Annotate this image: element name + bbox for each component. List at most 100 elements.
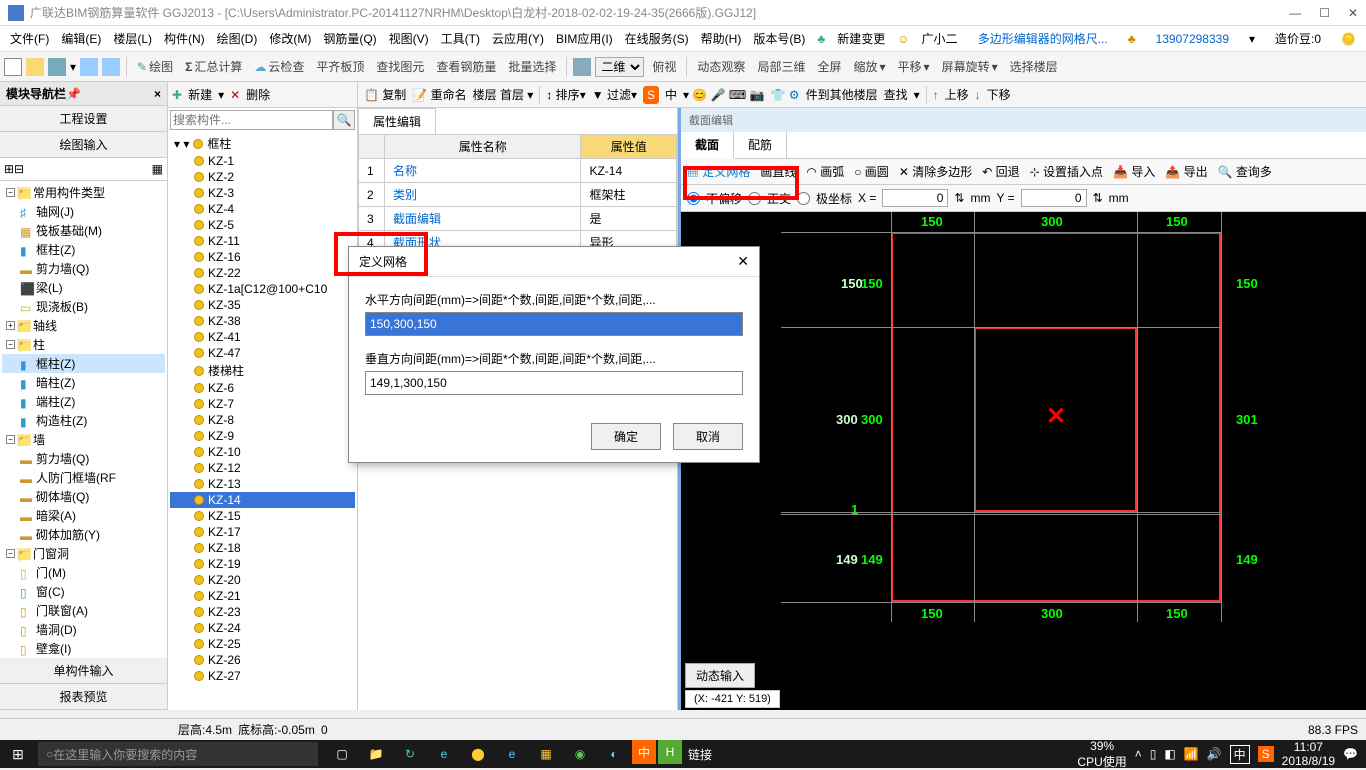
menu-draw[interactable]: 绘图(D)	[211, 27, 264, 50]
ie-icon[interactable]: e	[496, 740, 528, 768]
member-item[interactable]: KZ-11	[170, 233, 355, 249]
ok-button[interactable]: 确定	[591, 423, 661, 450]
cloud-button[interactable]: ☁云检查	[250, 56, 308, 77]
member-tree[interactable]: ▾ ▾框柱 KZ-1KZ-2KZ-3KZ-4KZ-5KZ-11KZ-16KZ-2…	[168, 132, 357, 710]
copy-btn[interactable]: 📋 复制	[364, 86, 406, 103]
tray-icon-1[interactable]: ▯	[1150, 747, 1157, 761]
member-item[interactable]: KZ-20	[170, 572, 355, 588]
tab-rebar[interactable]: 配筋	[734, 132, 787, 158]
member-item[interactable]: KZ-24	[170, 620, 355, 636]
canvas[interactable]: 150 300 150 150 300 150 150 150 300 300 …	[681, 212, 1366, 710]
sum-button[interactable]: Σ汇总计算	[181, 56, 246, 77]
radio-polar[interactable]	[797, 192, 810, 205]
app-icon-3[interactable]: ▦	[530, 740, 562, 768]
wifi-icon[interactable]: 📶	[1184, 747, 1199, 761]
member-item[interactable]: KZ-38	[170, 313, 355, 329]
menu-member[interactable]: 构件(N)	[158, 27, 211, 50]
undo-button[interactable]: ↶ 回退	[982, 163, 1019, 180]
clear-button[interactable]: ✕ 清除多边形	[899, 163, 972, 180]
phone[interactable]: 13907298339	[1150, 29, 1235, 49]
member-item[interactable]: KZ-1a[C12@100+C10	[170, 281, 355, 297]
sel-floor-button[interactable]: 选择楼层	[1006, 56, 1062, 77]
menu-bim[interactable]: BIM应用(I)	[550, 27, 619, 50]
dim-select[interactable]: 二维	[595, 57, 644, 77]
tree-config-icon[interactable]: ⊞⊟	[4, 162, 24, 176]
taskbar-search[interactable]: ○ 在这里输入你要搜索的内容	[38, 742, 318, 766]
menu-version[interactable]: 版本号(B)	[747, 27, 811, 50]
down-btn[interactable]: 下移	[987, 86, 1011, 103]
close-icon[interactable]: ✕	[1348, 6, 1358, 20]
member-item[interactable]: KZ-13	[170, 476, 355, 492]
pin-icon[interactable]: 📌	[66, 87, 81, 101]
search-icon[interactable]: 🔍	[333, 110, 355, 130]
app-icon-1[interactable]: ↻	[394, 740, 426, 768]
member-item[interactable]: KZ-35	[170, 297, 355, 313]
member-item[interactable]: KZ-22	[170, 265, 355, 281]
task-view-icon[interactable]: ▢	[326, 740, 358, 768]
explorer-icon[interactable]: 📁	[360, 740, 392, 768]
filter-btn[interactable]: ▼ 过滤▾	[592, 86, 637, 103]
sort-btn[interactable]: ↕ 排序▾	[546, 86, 585, 103]
find-btn[interactable]: 查找	[884, 86, 908, 103]
menu-help[interactable]: 帮助(H)	[695, 27, 748, 50]
member-item[interactable]: KZ-3	[170, 185, 355, 201]
member-item[interactable]: 楼梯柱	[170, 361, 355, 380]
radio-ortho[interactable]	[748, 192, 761, 205]
member-item[interactable]: KZ-6	[170, 380, 355, 396]
y-input[interactable]	[1021, 189, 1087, 207]
dialog-close-icon[interactable]: ✕	[737, 253, 749, 270]
section-single[interactable]: 单构件输入	[0, 658, 167, 684]
undo-icon[interactable]	[80, 58, 98, 76]
member-item[interactable]: KZ-9	[170, 428, 355, 444]
open-icon[interactable]	[26, 58, 44, 76]
define-grid-button[interactable]: ▦ 定义网格	[687, 163, 750, 180]
app-icon-5[interactable]: ◐	[598, 740, 630, 768]
member-item[interactable]: KZ-25	[170, 636, 355, 652]
user-name[interactable]: 广小二	[916, 27, 964, 50]
up-btn[interactable]: 上移	[945, 86, 969, 103]
member-item[interactable]: KZ-8	[170, 412, 355, 428]
tray-icon-2[interactable]: ◧	[1164, 747, 1175, 761]
member-item[interactable]: KZ-18	[170, 540, 355, 556]
section-report[interactable]: 报表预览	[0, 684, 167, 710]
member-item[interactable]: KZ-17	[170, 524, 355, 540]
member-item[interactable]: KZ-19	[170, 556, 355, 572]
link-text[interactable]: 链接	[684, 740, 716, 768]
app-icon-7[interactable]: H	[658, 740, 682, 764]
zoom-button[interactable]: 缩放▾	[849, 56, 889, 77]
ime-badge[interactable]: 中	[1230, 745, 1250, 764]
member-item[interactable]: KZ-16	[170, 249, 355, 265]
del-member[interactable]: 删除	[246, 86, 270, 103]
top-button[interactable]: 俯视	[648, 56, 680, 77]
member-item[interactable]: KZ-1	[170, 153, 355, 169]
section-project[interactable]: 工程设置	[0, 106, 167, 132]
cancel-button[interactable]: 取消	[673, 423, 743, 450]
menu-cloud[interactable]: 云应用(Y)	[486, 27, 550, 50]
query-button[interactable]: 🔍 查询多	[1218, 163, 1272, 180]
local3d-button[interactable]: 局部三维	[753, 56, 809, 77]
menu-file[interactable]: 文件(F)	[4, 27, 55, 50]
search-input[interactable]	[170, 110, 333, 130]
help-link[interactable]: 多边形编辑器的网格尺...	[972, 27, 1114, 50]
save-icon[interactable]	[48, 58, 66, 76]
menu-tool[interactable]: 工具(T)	[435, 27, 486, 50]
tray-up-icon[interactable]: ˄	[1135, 747, 1142, 761]
prop-tab[interactable]: 属性编辑	[358, 108, 436, 134]
steel-button[interactable]: 查看钢筋量	[432, 56, 500, 77]
tree-toggle-icon[interactable]: ▦	[152, 162, 163, 176]
edge-icon[interactable]: e	[428, 740, 460, 768]
member-item[interactable]: KZ-41	[170, 329, 355, 345]
close-panel-icon[interactable]: ×	[154, 87, 161, 101]
insert-button[interactable]: ⊹ 设置插入点	[1030, 163, 1103, 180]
fullscreen-button[interactable]: 全屏	[813, 56, 845, 77]
nav-tree[interactable]: −📁常用构件类型 ♯轴网(J) ▦筏板基础(M) ▮框柱(Z) ▬剪力墙(Q) …	[0, 181, 167, 658]
menu-rebar[interactable]: 钢筋量(Q)	[317, 27, 382, 50]
member-item[interactable]: KZ-2	[170, 169, 355, 185]
horiz-input[interactable]	[365, 312, 743, 336]
radio-none[interactable]	[687, 192, 700, 205]
menu-floor[interactable]: 楼层(L)	[107, 27, 158, 50]
floor-dd[interactable]: 楼层 首层 ▾	[473, 86, 534, 103]
copy-to-btn[interactable]: 件到其他楼层	[806, 86, 878, 103]
menu-modify[interactable]: 修改(M)	[263, 27, 317, 50]
member-item[interactable]: KZ-7	[170, 396, 355, 412]
